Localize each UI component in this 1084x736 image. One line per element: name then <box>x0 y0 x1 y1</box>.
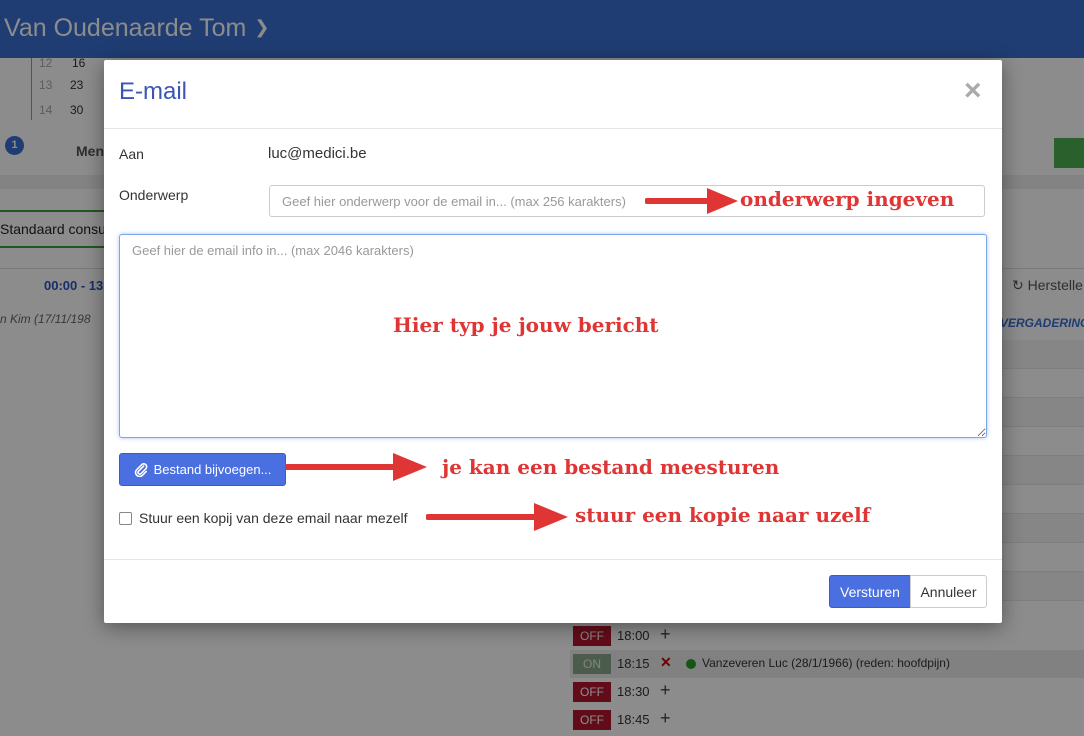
annotation-arrow-icon <box>426 503 568 531</box>
email-dialog: E-mail × Aan luc@medici.be Onderwerp Bes… <box>104 60 1002 623</box>
annotation-arrow-icon <box>285 453 427 481</box>
send-copy-checkbox[interactable] <box>119 512 132 525</box>
to-value: luc@medici.be <box>268 145 367 162</box>
paperclip-icon <box>134 462 148 477</box>
send-button[interactable]: Versturen <box>829 575 911 608</box>
annotation-copy: stuur een kopie naar uzelf <box>575 503 871 527</box>
close-icon[interactable]: × <box>964 76 982 106</box>
annotation-attach: je kan een bestand meesturen <box>442 455 780 479</box>
annotation-arrow-icon <box>645 188 738 214</box>
dialog-header: E-mail × <box>104 60 1002 129</box>
send-copy-label[interactable]: Stuur een kopij van deze email naar meze… <box>139 510 407 526</box>
attach-file-button[interactable]: Bestand bijvoegen... <box>119 453 286 486</box>
dialog-footer-divider <box>104 559 1002 560</box>
dialog-title: E-mail <box>119 78 188 105</box>
annotation-subject: onderwerp ingeven <box>740 187 955 211</box>
to-label: Aan <box>119 146 144 162</box>
annotation-body: Hier typ je jouw bericht <box>393 313 659 337</box>
attach-label: Bestand bijvoegen... <box>153 462 272 477</box>
cancel-button[interactable]: Annuleer <box>910 575 987 608</box>
subject-label: Onderwerp <box>119 187 189 203</box>
